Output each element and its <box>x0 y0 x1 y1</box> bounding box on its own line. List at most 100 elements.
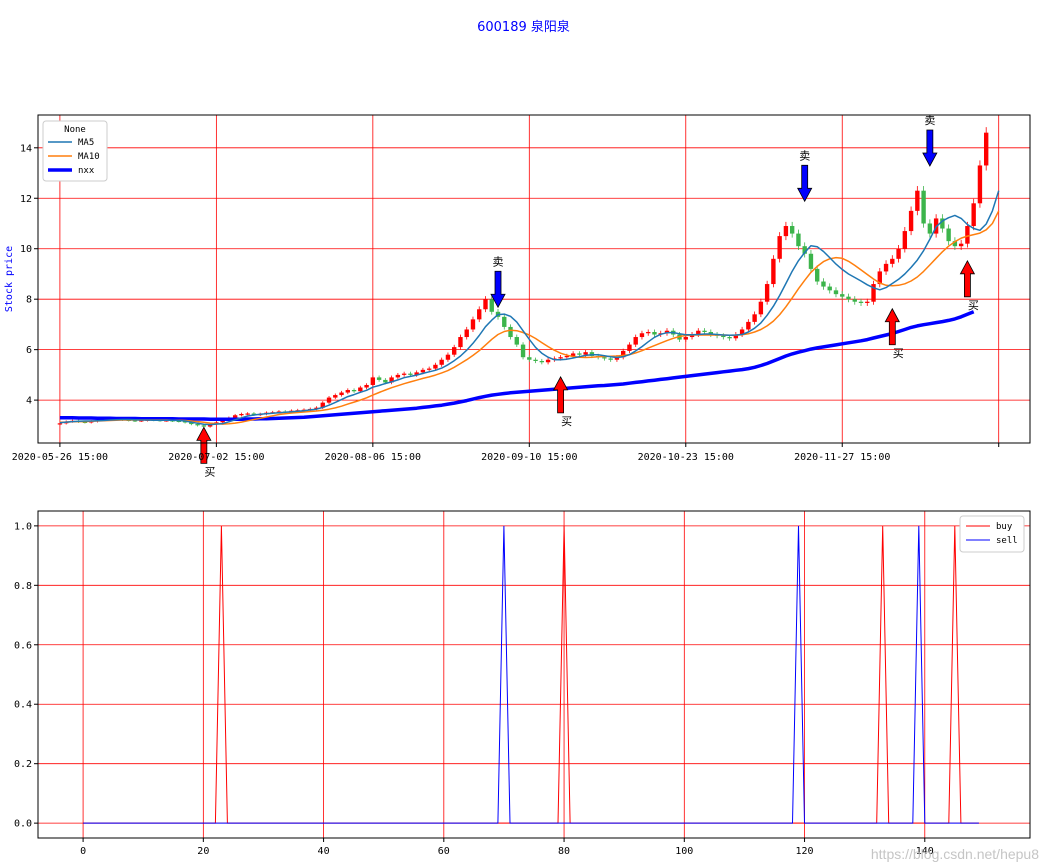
candle-body <box>627 344 632 351</box>
candle-body <box>639 333 645 338</box>
x-tick-label: 2020-11-27 15:00 <box>794 452 890 463</box>
y-tick-label: 0.4 <box>14 700 32 711</box>
candle-body <box>483 299 488 310</box>
y-tick-label: 12 <box>20 194 32 205</box>
candle-body <box>777 236 782 259</box>
candle-body <box>840 294 845 297</box>
candle-body <box>539 361 545 363</box>
candle-body <box>815 268 820 282</box>
y-tick-label: 0.0 <box>14 819 32 830</box>
candle-body <box>608 358 613 360</box>
candle-body <box>764 284 770 302</box>
candle-body <box>633 337 638 345</box>
buy-label: 买 <box>893 347 904 360</box>
sell-label: 卖 <box>799 149 810 162</box>
candle-body <box>383 379 388 383</box>
candle-body <box>771 258 776 285</box>
candle-body <box>902 231 908 249</box>
candle-body <box>370 377 376 385</box>
candle-body <box>502 316 507 327</box>
candle-body <box>727 337 732 339</box>
candle-body <box>827 286 832 291</box>
y-tick-label: 8 <box>26 295 32 306</box>
candle-body <box>965 226 970 244</box>
x-tick-label: 80 <box>558 846 570 857</box>
candle-body <box>545 359 551 363</box>
y-tick-label: 4 <box>26 396 32 407</box>
x-tick-label: 2020-05-26 15:00 <box>12 452 108 463</box>
candle-body <box>927 223 933 234</box>
candle-body <box>527 357 532 360</box>
candle-body <box>426 368 432 370</box>
candle-body <box>452 347 457 355</box>
price-panel: 买 卖买 卖买 卖买 4 6 8 10 12 14 2020-05-26 15:00 2020-07-… <box>4 114 1031 478</box>
x-tick-label: 120 <box>796 846 814 857</box>
candle-body <box>852 299 857 302</box>
candle-body <box>977 165 983 204</box>
candle-body <box>358 387 363 392</box>
legend-box <box>959 515 1025 553</box>
candle-body <box>758 301 764 315</box>
candle-body <box>470 319 476 330</box>
candle-body <box>746 321 751 330</box>
candle-body <box>401 373 407 375</box>
x-tick-label: 60 <box>438 846 450 857</box>
candle-body <box>602 357 607 359</box>
candle-body <box>445 354 451 360</box>
candle-body <box>57 423 63 425</box>
y-tick-label: 0.8 <box>14 581 32 592</box>
signal-panel: 0.00.20.40.60.81.00 20 40 60 80 100 120 140buys… <box>14 510 1031 857</box>
candle-body <box>946 228 951 242</box>
legend-label: MA5 <box>78 138 94 148</box>
candle-body <box>808 253 814 269</box>
candle-body <box>520 344 526 358</box>
candle-body <box>702 330 707 332</box>
signal-legend: buy sell <box>959 515 1025 553</box>
candle-body <box>395 374 401 378</box>
y-tick-label: 0.6 <box>14 640 32 651</box>
candle-body <box>326 397 332 403</box>
candle-body <box>514 337 519 345</box>
candle-body <box>239 413 244 416</box>
watermark-text: https://blog.csdn.net/hepu8 <box>870 846 1039 862</box>
candle-body <box>345 390 350 393</box>
y-tick-label: 14 <box>20 143 32 154</box>
candle-body <box>833 290 839 295</box>
candle-body <box>583 352 588 355</box>
legend-label: sell <box>996 536 1018 546</box>
legend-label: buy <box>996 522 1013 532</box>
chart-canvas: 买 卖买 卖买 卖买 4 6 8 10 12 14 2020-05-26 15:00 2020-07-… <box>4 114 1031 857</box>
sell-label: 卖 <box>493 255 504 268</box>
candle-body <box>333 395 338 398</box>
y-tick-label: 0.2 <box>14 759 32 770</box>
candle-body <box>489 299 494 312</box>
candle-body <box>896 248 901 259</box>
candle-body <box>508 326 513 338</box>
candle-body <box>752 314 757 322</box>
y-axis-label: Stock price <box>4 246 15 312</box>
candle-body <box>458 337 463 348</box>
candle-body <box>577 353 582 355</box>
buy-label: 买 <box>968 299 979 312</box>
candle-body <box>958 243 964 247</box>
y-tick-label: 10 <box>20 244 32 255</box>
candle-body <box>846 296 851 300</box>
candle-body <box>821 281 826 287</box>
sell-label: 卖 <box>924 114 935 127</box>
candle-body <box>883 263 889 272</box>
x-tick-label: 2020-08-06 15:00 <box>325 452 421 463</box>
candle-body <box>646 331 651 334</box>
candle-body <box>721 335 726 338</box>
candle-body <box>339 392 344 396</box>
candle-body <box>558 357 563 359</box>
y-tick-label: 6 <box>26 345 32 356</box>
candle-body <box>439 359 444 365</box>
candle-body <box>971 203 976 227</box>
candle-body <box>983 132 989 166</box>
candle-body <box>420 369 426 373</box>
candle-body <box>364 384 369 388</box>
candle-body <box>376 377 382 380</box>
candle-body <box>201 425 207 427</box>
legend-label: nxx <box>78 166 95 176</box>
candle-body <box>796 233 801 247</box>
